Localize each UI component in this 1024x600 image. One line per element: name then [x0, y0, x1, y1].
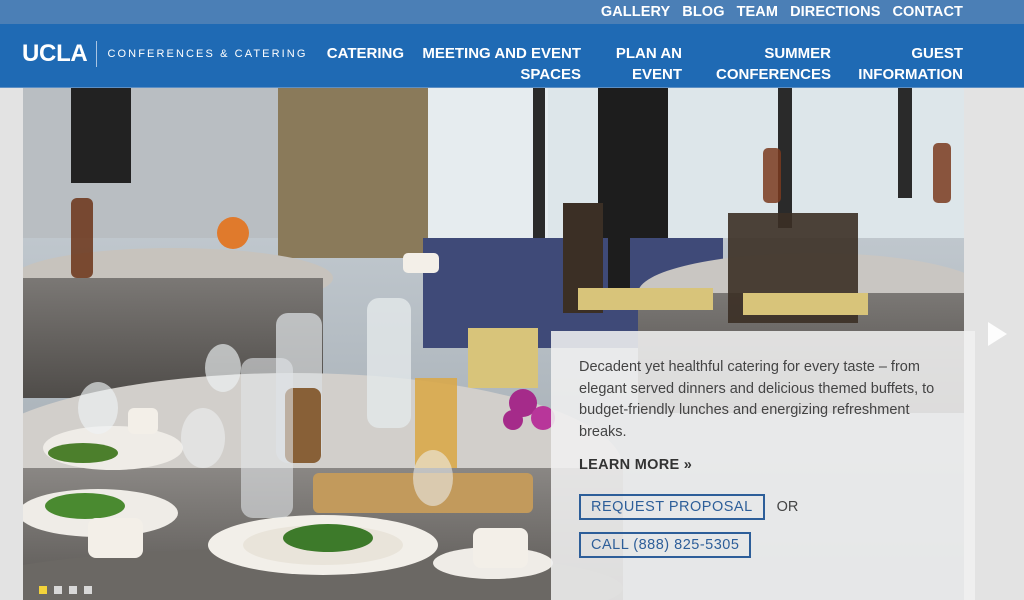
slide-indicator [39, 586, 92, 594]
utility-nav: GALLERY BLOG TEAM DIRECTIONS CONTACT [601, 0, 963, 24]
request-proposal-button[interactable]: REQUEST PROPOSAL [579, 494, 765, 520]
utility-link-contact[interactable]: CONTACT [892, 4, 963, 20]
nav-item-meeting-event-spaces[interactable]: MEETING AND EVENT SPACES [421, 43, 581, 85]
or-label: OR [776, 499, 799, 515]
utility-link-team[interactable]: TEAM [737, 4, 778, 20]
slide-dot-2[interactable] [54, 586, 62, 594]
utility-link-blog[interactable]: BLOG [682, 4, 724, 20]
main-nav: CATERING MEETING AND EVENT SPACES PLAN A… [0, 24, 1024, 88]
slide-dot-1[interactable] [39, 586, 47, 594]
utility-bar: GALLERY BLOG TEAM DIRECTIONS CONTACT [0, 0, 1024, 24]
nav-item-summer-conferences[interactable]: SUMMER CONFERENCES [711, 43, 831, 85]
hero-caption-panel: Decadent yet healthful catering for ever… [551, 331, 975, 600]
next-slide-icon[interactable] [988, 322, 1007, 346]
call-phone-button[interactable]: CALL (888) 825-5305 [579, 532, 752, 558]
nav-item-catering[interactable]: CATERING [327, 43, 404, 64]
utility-link-gallery[interactable]: GALLERY [601, 4, 670, 20]
hero-caption-text: Decadent yet healthful catering for ever… [579, 359, 935, 440]
main-header: UCLA CONFERENCES & CATERING CATERING MEE… [0, 24, 1024, 88]
slide-dot-4[interactable] [84, 586, 92, 594]
utility-link-directions[interactable]: DIRECTIONS [790, 4, 880, 20]
nav-item-plan-an-event[interactable]: PLAN AN EVENT [602, 43, 682, 85]
slide-dot-3[interactable] [69, 586, 77, 594]
nav-item-guest-information[interactable]: GUEST INFORMATION [853, 43, 963, 85]
learn-more-link[interactable]: LEARN MORE » [579, 457, 692, 473]
